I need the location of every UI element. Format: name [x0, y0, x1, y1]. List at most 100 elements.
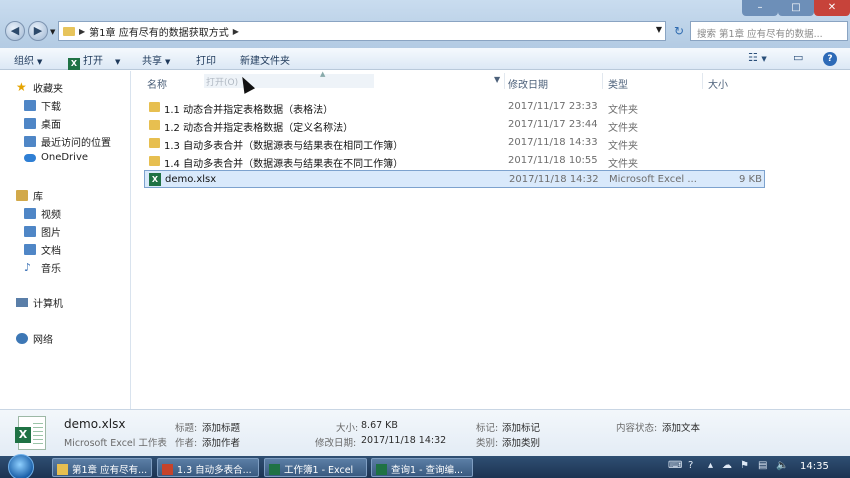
sidebar-item-favorites[interactable]: ★ 收藏夹 — [16, 80, 63, 95]
sidebar-item-videos[interactable]: 视频 — [24, 206, 61, 221]
column-header-date[interactable]: 修改日期 — [508, 71, 604, 91]
sidebar-item-label: 收藏夹 — [33, 84, 63, 95]
sidebar-item-label: 桌面 — [41, 120, 61, 131]
file-list: 名称 打开(O) ▲ ▼ 修改日期 类型 大小 1.1 动态合并指定表格数据（表… — [132, 70, 850, 409]
sidebar-item-pictures[interactable]: 图片 — [24, 224, 61, 239]
details-title-label: 标题: — [175, 423, 198, 434]
column-header-size[interactable]: 大小 — [708, 71, 768, 91]
sidebar-item-recent[interactable]: 最近访问的位置 — [24, 134, 111, 149]
details-size-value: 8.67 KB — [361, 420, 398, 431]
table-row[interactable]: 1.3 自动多表合并（数据源表与结果表在相同工作簿） 2017/11/18 14… — [144, 134, 765, 152]
file-date: 2017/11/18 14:32 — [509, 174, 599, 185]
breadcrumb-arrow-icon[interactable]: ▶ — [79, 27, 85, 36]
chevron-down-icon[interactable]: ▼ — [494, 75, 500, 84]
table-row[interactable]: 1.4 自动多表合并（数据源表与结果表在不同工作簿） 2017/11/18 10… — [144, 152, 765, 170]
folder-icon — [149, 102, 160, 112]
file-type: 文件夹 — [608, 123, 638, 134]
music-icon: ♪ — [24, 261, 32, 274]
volume-icon[interactable]: 🔈 — [776, 460, 788, 471]
taskbar-item-query-editor[interactable]: 查询1 - 查询编... — [371, 458, 473, 477]
network-icon — [16, 333, 28, 344]
details-tags-value[interactable]: 添加标记 — [502, 420, 540, 434]
command-bar: 组织 ▼ X 打开 ▼ 共享 ▼ 打印 新建文件夹 ☷ ▼ ▭ ? — [0, 48, 850, 70]
details-author-label: 作者: — [175, 438, 198, 449]
action-center-icon[interactable]: ⚑ — [740, 460, 749, 471]
start-button[interactable] — [8, 454, 34, 478]
preview-pane-icon[interactable]: ▭ — [793, 51, 803, 64]
minimize-button[interactable]: – — [742, 0, 778, 16]
excel-icon — [269, 464, 280, 475]
sidebar-item-documents[interactable]: 文档 — [24, 242, 61, 257]
help-icon[interactable]: ? — [823, 52, 837, 66]
details-size-label: 大小: — [336, 423, 359, 434]
taskbar-item-label: 查询1 - 查询编... — [391, 465, 464, 476]
chevron-down-icon: ▼ — [165, 58, 171, 66]
sidebar-item-music[interactable]: ♪ 音乐 — [24, 260, 61, 275]
close-button[interactable]: ✕ — [814, 0, 850, 16]
excel-file-large-icon: X — [15, 416, 46, 450]
library-icon — [16, 190, 28, 201]
clock[interactable]: 14:35 — [800, 461, 829, 472]
taskbar-item-excel[interactable]: 工作簿1 - Excel — [264, 458, 367, 477]
column-divider[interactable] — [702, 73, 703, 89]
maximize-button[interactable]: □ — [778, 0, 814, 16]
sidebar-item-label: 音乐 — [41, 264, 61, 275]
show-hidden-icons[interactable]: ▴ — [708, 460, 713, 471]
search-input[interactable]: 搜索 第1章 应有尽有的数据... — [690, 21, 848, 41]
excel-icon: X — [68, 58, 80, 70]
print-button[interactable]: 打印 — [196, 52, 216, 67]
column-divider[interactable] — [602, 73, 603, 89]
sidebar-item-label: 计算机 — [33, 299, 63, 310]
sidebar-item-label: 文档 — [41, 246, 61, 257]
file-type: 文件夹 — [608, 159, 638, 170]
history-dropdown-icon[interactable]: ▼ — [50, 28, 55, 36]
organize-button[interactable]: 组织 ▼ — [14, 52, 42, 67]
breadcrumb-arrow-icon[interactable]: ▶ — [233, 27, 239, 36]
file-size: 9 KB — [739, 174, 762, 185]
refresh-icon[interactable]: ↻ — [670, 21, 688, 41]
sidebar-item-onedrive[interactable]: OneDrive — [24, 152, 88, 163]
sidebar-item-downloads[interactable]: 下载 — [24, 98, 61, 113]
address-bar[interactable]: ▶ 第1章 应有尽有的数据获取方式 ▶ ▼ — [58, 21, 666, 41]
details-status-value[interactable]: 添加文本 — [662, 420, 700, 434]
file-name: 1.2 动态合并指定表格数据（定义名称法） — [164, 123, 354, 134]
table-row[interactable]: 1.1 动态合并指定表格数据（表格法） 2017/11/17 23:33 文件夹 — [144, 98, 765, 116]
column-header-label: 名称 — [147, 80, 167, 91]
folder-icon — [149, 138, 160, 148]
open-button[interactable]: X 打开 ▼ — [68, 52, 120, 70]
keyboard-icon[interactable]: ⌨ — [668, 460, 682, 471]
sidebar-item-network[interactable]: 网络 — [16, 331, 53, 346]
taskbar-item-powerpoint[interactable]: 1.3 自动多表合... — [157, 458, 259, 477]
address-dropdown-icon[interactable]: ▼ — [656, 25, 662, 34]
back-button[interactable]: ◀ — [5, 21, 25, 41]
sidebar-item-label: 图片 — [41, 228, 61, 239]
sidebar-item-desktop[interactable]: 桌面 — [24, 116, 61, 131]
onedrive-tray-icon[interactable]: ☁ — [722, 460, 732, 471]
details-category-value[interactable]: 添加类别 — [502, 435, 540, 449]
desktop-icon — [24, 118, 36, 129]
new-folder-button[interactable]: 新建文件夹 — [240, 52, 290, 67]
table-row-selected[interactable]: X demo.xlsx 2017/11/18 14:32 Microsoft E… — [144, 170, 765, 188]
forward-button[interactable]: ▶ — [28, 21, 48, 41]
video-icon — [24, 208, 36, 219]
network-tray-icon[interactable]: ▤ — [758, 460, 767, 471]
sidebar-item-computer[interactable]: 计算机 — [16, 295, 63, 310]
breadcrumb-current[interactable]: 第1章 应有尽有的数据获取方式 — [89, 24, 229, 39]
taskbar-item-label: 第1章 应有尽有... — [72, 465, 148, 476]
column-header-type[interactable]: 类型 — [608, 71, 704, 91]
powerpoint-icon — [162, 464, 173, 475]
documents-icon — [24, 244, 36, 255]
taskbar-item-explorer[interactable]: 第1章 应有尽有... — [52, 458, 152, 477]
share-button[interactable]: 共享 ▼ — [142, 52, 170, 67]
search-placeholder: 搜索 第1章 应有尽有的数据... — [697, 29, 823, 40]
details-title-value[interactable]: 添加标题 — [202, 420, 240, 434]
column-divider[interactable] — [504, 73, 505, 89]
sidebar-item-library[interactable]: 库 — [16, 188, 43, 203]
drag-ghost-label: 打开(O) — [204, 74, 374, 88]
help-tray-icon[interactable]: ? — [688, 460, 693, 471]
taskbar-item-label: 工作簿1 - Excel — [284, 465, 354, 476]
details-author-value[interactable]: 添加作者 — [202, 435, 240, 449]
view-options-icon[interactable]: ☷ ▼ — [748, 51, 767, 64]
sidebar-item-label: 网络 — [33, 335, 53, 346]
table-row[interactable]: 1.2 动态合并指定表格数据（定义名称法） 2017/11/17 23:44 文… — [144, 116, 765, 134]
